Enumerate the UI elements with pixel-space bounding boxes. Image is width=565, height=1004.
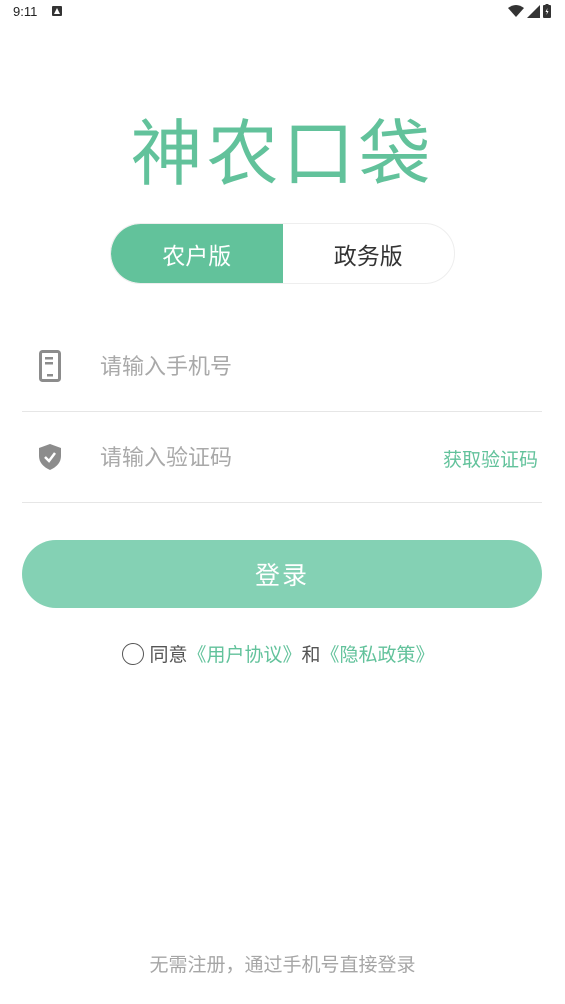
code-field-row: 获取验证码 [22,413,542,503]
verification-code-input[interactable] [100,441,400,475]
agreement-row: 同意 《用户协议》 和 《隐私政策》 [0,640,565,667]
phone-input[interactable] [100,350,400,384]
phone-icon [35,348,65,384]
privacy-policy-link[interactable]: 《隐私政策》 [321,640,435,667]
wifi-icon [508,4,524,17]
agreement-conjunction: 和 [301,644,321,666]
get-code-button[interactable]: 获取验证码 [443,445,538,472]
signal-icon [527,4,540,18]
login-button[interactable]: 登录 [22,540,542,608]
footer-hint: 无需注册，通过手机号直接登录 [149,954,416,976]
status-indicators [508,4,551,18]
tab-government-version[interactable]: 政务版 [283,224,455,283]
agree-checkbox[interactable] [122,642,145,665]
status-bar: 9:11 [0,0,565,24]
notification-icon [52,6,62,16]
app-logo: 神农口袋 [130,112,435,196]
version-switch: 农户版 政务版 [110,223,455,284]
status-time: 9:11 [13,4,38,19]
battery-icon [543,4,551,18]
phone-field-row [22,322,542,412]
user-agreement-link[interactable]: 《用户协议》 [187,640,301,667]
tab-farmer-version[interactable]: 农户版 [111,224,283,283]
shield-check-icon [35,439,65,475]
agreement-prefix: 同意 [149,644,188,666]
